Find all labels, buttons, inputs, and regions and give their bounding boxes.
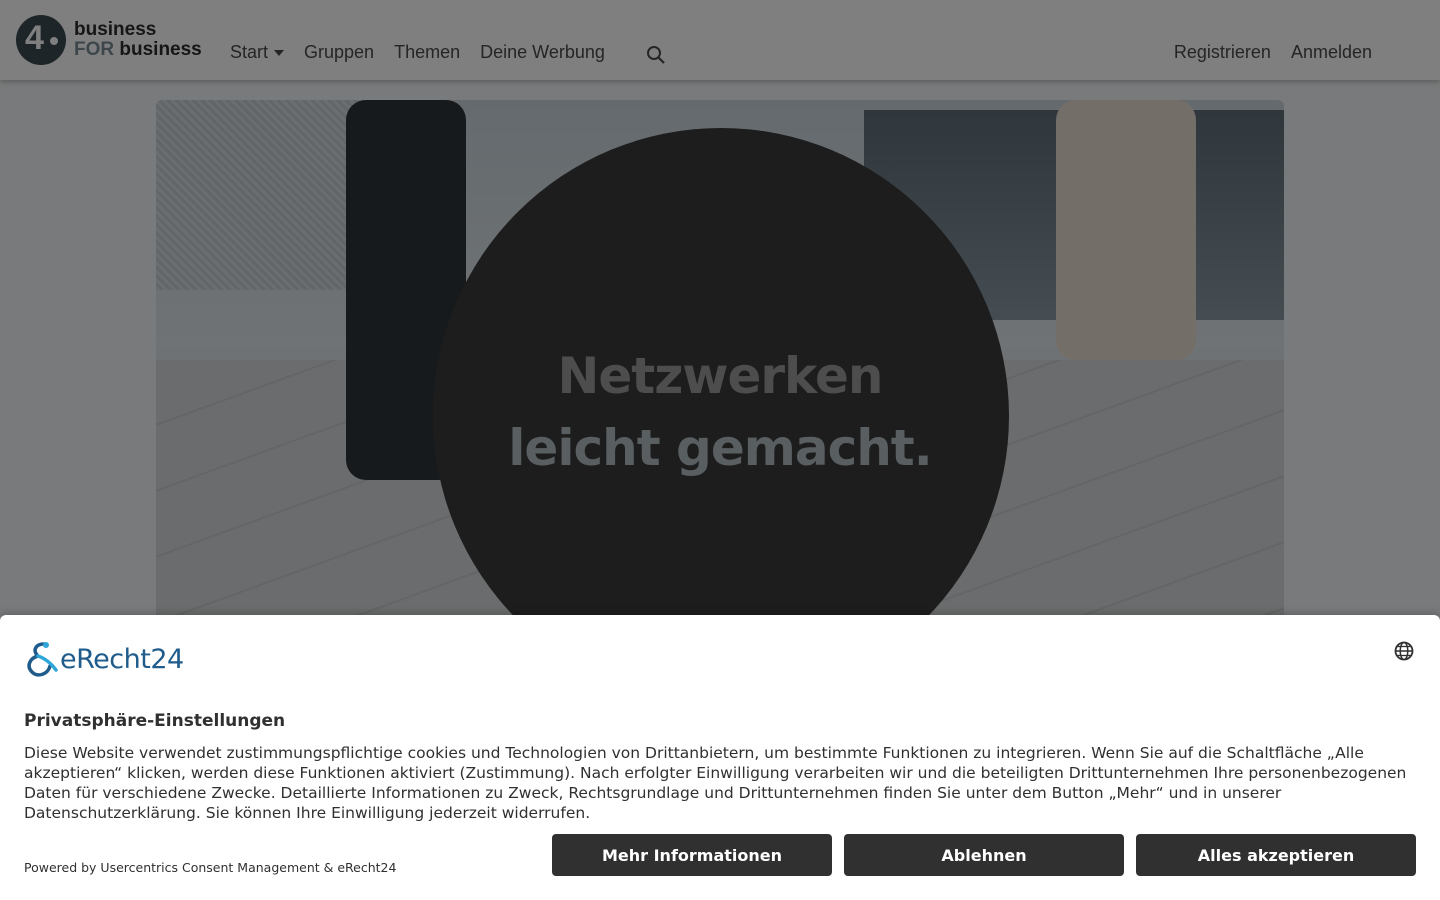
erecht24-logo: eRecht24 [24,640,184,678]
erecht24-logo-icon [27,642,58,677]
deny-button[interactable]: Ablehnen [844,834,1124,876]
globe-icon[interactable] [1394,641,1414,661]
more-info-button[interactable]: Mehr Informationen [552,834,832,876]
powered-by-text: Powered by Usercentrics Consent Manageme… [24,860,397,875]
accept-all-button[interactable]: Alles akzeptieren [1136,834,1416,876]
consent-description: Diese Website verwendet zustimmungspflic… [24,744,1407,822]
consent-title: Privatsphäre-Einstellungen [24,711,286,731]
